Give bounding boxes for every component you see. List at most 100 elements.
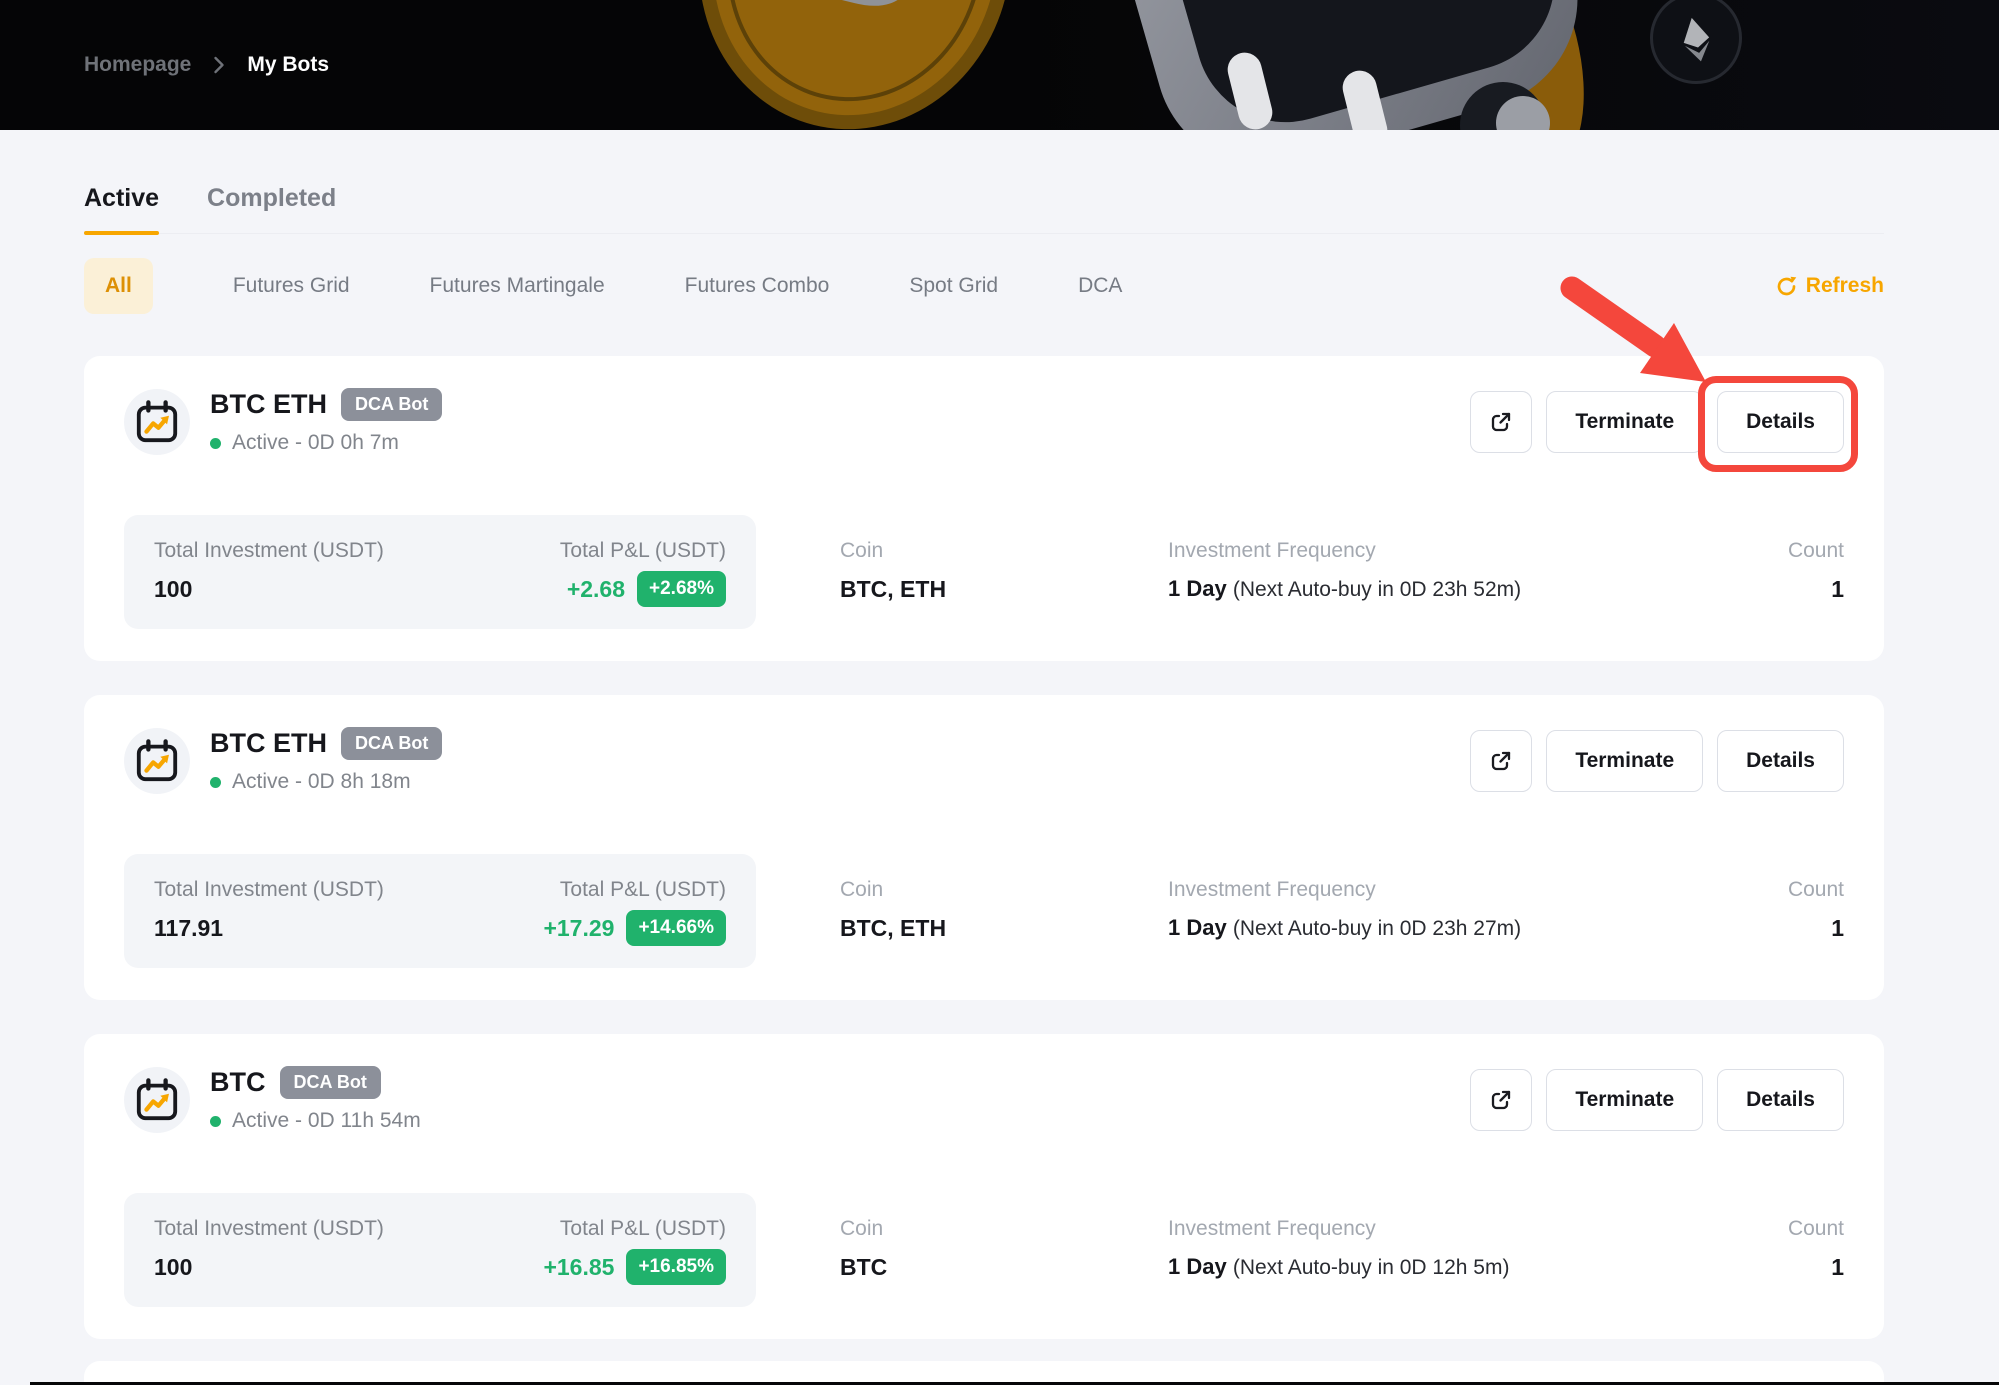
calendar-trend-icon (134, 738, 180, 784)
terminate-button[interactable]: Terminate (1546, 1069, 1703, 1131)
bitcoin-icon: B (701, 0, 1021, 64)
total-investment-value: 117.91 (154, 915, 384, 942)
filter-chip-futures-combo[interactable]: Futures Combo (685, 274, 830, 298)
external-link-icon (1488, 409, 1514, 435)
bot-type-badge: DCA Bot (280, 1066, 381, 1099)
bots-status-tabs: Active Completed (84, 184, 1884, 234)
count-value: 1 (1788, 915, 1844, 942)
breadcrumb-current-page: My Bots (247, 53, 329, 77)
coin-label: Coin (840, 539, 1080, 563)
open-external-button[interactable] (1470, 391, 1532, 453)
next-autobuy-note: (Next Auto-buy in 0D 23h 27m) (1233, 917, 1521, 940)
details-button[interactable]: Details (1717, 730, 1844, 792)
details-button[interactable]: Details (1717, 391, 1844, 453)
external-link-icon (1488, 748, 1514, 774)
refresh-button[interactable]: Refresh (1774, 274, 1884, 299)
pnl-value: +17.29 (543, 915, 614, 942)
frequency-value: 1 Day (1168, 576, 1227, 601)
frequency-value: 1 Day (1168, 1254, 1227, 1279)
breadcrumb: Homepage My Bots (84, 53, 329, 77)
bot-status-text: Active - 0D 0h 7m (232, 431, 399, 455)
terminate-button[interactable]: Terminate (1546, 730, 1703, 792)
filter-chip-all[interactable]: All (84, 258, 153, 314)
ethereum-icon (1665, 7, 1727, 69)
filter-chip-futures-grid[interactable]: Futures Grid (233, 274, 350, 298)
calendar-trend-icon (134, 399, 180, 445)
count-label: Count (1788, 539, 1844, 563)
dca-bot-avatar (124, 728, 190, 794)
total-investment-label: Total Investment (USDT) (154, 539, 384, 563)
open-external-button[interactable] (1470, 1069, 1532, 1131)
total-investment-label: Total Investment (USDT) (154, 878, 384, 902)
bot-card: BTC DCA Bot Active - 0D 11h 54m (84, 1034, 1884, 1339)
next-autobuy-note: (Next Auto-buy in 0D 23h 52m) (1233, 578, 1521, 601)
filter-chip-spot-grid[interactable]: Spot Grid (909, 274, 998, 298)
total-pnl-label: Total P&L (USDT) (543, 1217, 726, 1241)
robot-eye-icon (1339, 67, 1391, 130)
count-value: 1 (1788, 576, 1844, 603)
active-status-dot (210, 438, 221, 449)
robot-eye-icon (1224, 49, 1276, 130)
bot-status: Active - 0D 0h 7m (210, 431, 442, 455)
chevron-right-icon (213, 55, 225, 75)
total-investment-value: 100 (154, 576, 384, 603)
total-pnl-label: Total P&L (USDT) (560, 539, 726, 563)
pnl-value: +2.68 (567, 576, 625, 603)
calendar-trend-icon (134, 1077, 180, 1123)
frequency-value: 1 Day (1168, 915, 1227, 940)
investment-pnl-panel: Total Investment (USDT) 117.91 Total P&L… (124, 854, 756, 968)
terminate-button[interactable]: Terminate (1546, 391, 1703, 453)
bot-status: Active - 0D 11h 54m (210, 1109, 421, 1133)
ethereum-coin-illustration (1641, 0, 1750, 93)
investment-pnl-panel: Total Investment (USDT) 100 Total P&L (U… (124, 515, 756, 629)
investment-frequency-label: Investment Frequency (1168, 539, 1788, 563)
total-pnl-label: Total P&L (USDT) (543, 878, 726, 902)
bot-card: BTC ETH DCA Bot Active - 0D 0h 7m (84, 356, 1884, 661)
total-investment-value: 100 (154, 1254, 384, 1281)
breadcrumb-homepage-link[interactable]: Homepage (84, 53, 191, 77)
total-investment-label: Total Investment (USDT) (154, 1217, 384, 1241)
count-value: 1 (1788, 1254, 1844, 1281)
details-button[interactable]: Details (1717, 1069, 1844, 1131)
dca-bot-avatar (124, 1067, 190, 1133)
my-bots-page: B Homepage My Bots Active Completed (0, 0, 1999, 1385)
bot-card-list: BTC ETH DCA Bot Active - 0D 0h 7m (84, 356, 1884, 1385)
active-status-dot (210, 1116, 221, 1127)
refresh-icon (1774, 274, 1799, 299)
open-external-button[interactable] (1470, 730, 1532, 792)
bot-type-badge: DCA Bot (341, 388, 442, 421)
next-autobuy-note: (Next Auto-buy in 0D 12h 5m) (1233, 1256, 1510, 1279)
investment-frequency-label: Investment Frequency (1168, 878, 1788, 902)
bot-type-badge: DCA Bot (341, 727, 442, 760)
filter-chip-futures-martingale[interactable]: Futures Martingale (430, 274, 605, 298)
coin-label: Coin (840, 1217, 1080, 1241)
tab-active[interactable]: Active (84, 184, 159, 233)
robot-hand (1496, 96, 1550, 130)
refresh-label: Refresh (1806, 274, 1884, 298)
coin-label: Coin (840, 878, 1080, 902)
count-label: Count (1788, 878, 1844, 902)
top-banner: B Homepage My Bots (0, 0, 1999, 130)
pnl-percent-badge: +2.68% (637, 571, 726, 607)
robot-hand-shadow (1460, 82, 1546, 130)
bot-status-text: Active - 0D 8h 18m (232, 770, 411, 794)
filter-chip-dca[interactable]: DCA (1078, 274, 1122, 298)
investment-pnl-panel: Total Investment (USDT) 100 Total P&L (U… (124, 1193, 756, 1307)
coin-value: BTC, ETH (840, 576, 1080, 603)
tab-completed[interactable]: Completed (207, 184, 336, 233)
robot-mascot-illustration (1096, 0, 1603, 130)
bot-card: BTC ETH DCA Bot Active - 0D 8h 18m (84, 695, 1884, 1000)
bot-pair-title: BTC ETH (210, 728, 327, 759)
coin-edge-illustration (1441, 0, 1606, 130)
bitcoin-coin-illustration: B (663, 0, 1046, 130)
bot-type-filter-bar: All Futures Grid Futures Martingale Futu… (84, 258, 1884, 314)
count-label: Count (1788, 1217, 1844, 1241)
pnl-percent-badge: +16.85% (626, 1249, 726, 1285)
investment-frequency-label: Investment Frequency (1168, 1217, 1788, 1241)
bot-status-text: Active - 0D 11h 54m (232, 1109, 421, 1133)
pnl-value: +16.85 (543, 1254, 614, 1281)
bot-pair-title: BTC ETH (210, 389, 327, 420)
coin-value: BTC, ETH (840, 915, 1080, 942)
coin-value: BTC (840, 1254, 1080, 1281)
active-status-dot (210, 777, 221, 788)
